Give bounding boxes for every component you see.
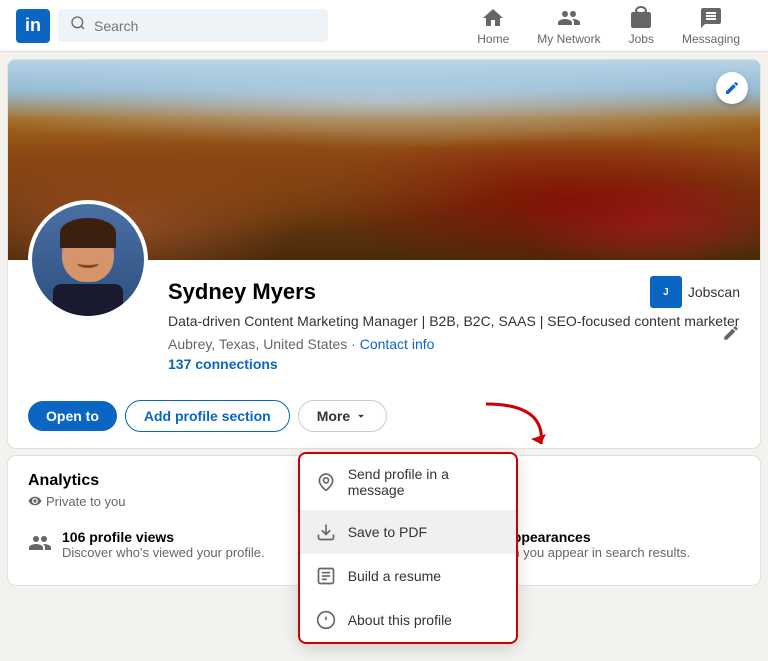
send-profile-icon [316, 472, 336, 492]
profile-card: Sydney Myers J Jobscan Data-driven Conte… [8, 60, 760, 448]
dropdown-menu: Send profile in a message Save to PDF Bu… [298, 452, 518, 644]
profile-views-desc: Discover who's viewed your profile. [62, 545, 265, 562]
contact-info-link[interactable]: Contact info [360, 336, 435, 352]
about-profile-icon [316, 610, 336, 630]
eye-icon [28, 494, 42, 508]
profile-views-icon [28, 531, 52, 560]
chevron-down-icon [354, 409, 368, 423]
about-profile-label: About this profile [348, 612, 452, 628]
profile-headline: Data-driven Content Marketing Manager | … [168, 312, 740, 332]
build-resume-label: Build a resume [348, 568, 441, 584]
action-buttons: Open to Add profile section More Send pr… [8, 400, 760, 448]
nav-item-jobs[interactable]: Jobs [617, 0, 666, 52]
edit-profile-button[interactable] [718, 320, 744, 349]
more-button[interactable]: More [298, 400, 387, 432]
search-bar[interactable] [58, 9, 328, 42]
build-resume-icon [316, 566, 336, 586]
dropdown-item-about-profile[interactable]: About this profile [300, 598, 516, 642]
company-name: Jobscan [688, 284, 740, 300]
profile-location: Aubrey, Texas, United States · Contact i… [168, 336, 740, 352]
save-pdf-icon [316, 522, 336, 542]
profile-connections[interactable]: 137 connections [168, 356, 740, 372]
logo-text: in [25, 15, 41, 36]
cover-edit-button[interactable] [716, 72, 748, 104]
dropdown-item-send-profile[interactable]: Send profile in a message [300, 454, 516, 510]
dropdown-item-build-resume[interactable]: Build a resume [300, 554, 516, 598]
linkedin-logo[interactable]: in [16, 9, 50, 43]
profile-name: Sydney Myers [168, 279, 316, 305]
search-icon [70, 15, 86, 36]
nav-item-network[interactable]: My Network [525, 0, 612, 52]
dropdown-item-save-pdf[interactable]: Save to PDF [300, 510, 516, 554]
profile-views-text: 106 profile views Discover who's viewed … [62, 529, 265, 562]
avatar-face [32, 204, 144, 316]
company-badge: J Jobscan [650, 276, 740, 308]
nav-item-messaging[interactable]: Messaging [670, 0, 752, 52]
more-button-wrapper: More Send profile in a message Save to P… [298, 400, 387, 432]
nav-items: Home My Network Jobs Messaging [465, 0, 752, 52]
profile-name-row: Sydney Myers J Jobscan [168, 276, 740, 308]
nav-item-home[interactable]: Home [465, 0, 521, 52]
company-logo: J [650, 276, 682, 308]
open-to-button[interactable]: Open to [28, 401, 117, 431]
navbar: in Home My Network Jobs Messaging [0, 0, 768, 52]
send-profile-label: Send profile in a message [348, 466, 500, 498]
add-profile-section-button[interactable]: Add profile section [125, 400, 290, 432]
search-input[interactable] [94, 18, 316, 34]
save-pdf-label: Save to PDF [348, 524, 427, 540]
profile-views-count: 106 profile views [62, 529, 265, 545]
avatar [28, 200, 148, 320]
